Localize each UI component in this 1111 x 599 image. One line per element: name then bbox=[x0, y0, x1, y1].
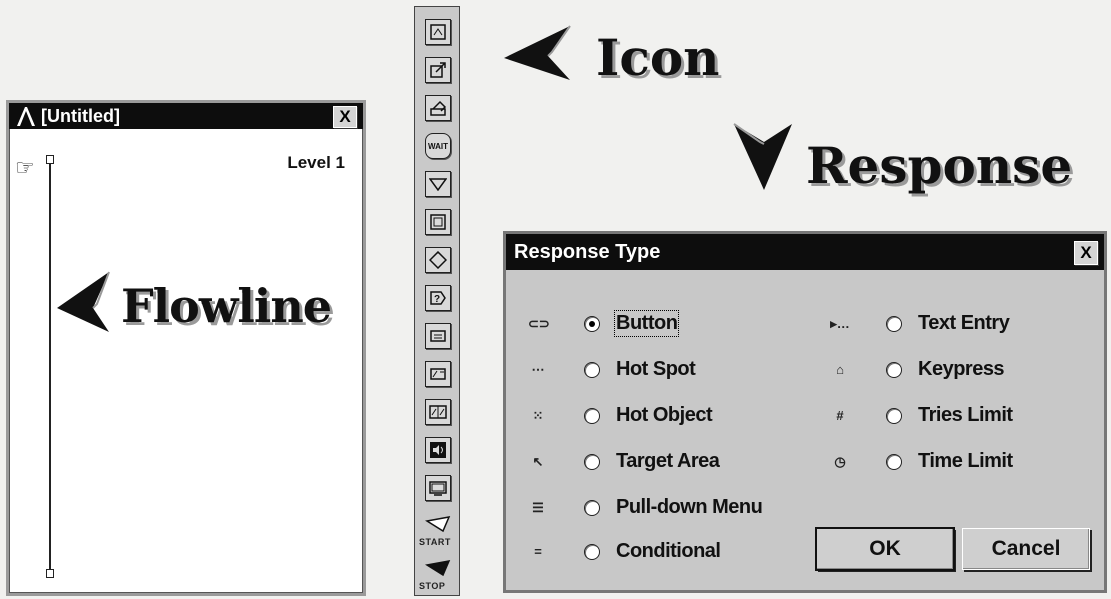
radio-keypress[interactable] bbox=[886, 361, 902, 378]
flowline[interactable] bbox=[49, 161, 51, 571]
decision-icon[interactable] bbox=[425, 171, 451, 197]
flowline-end-node bbox=[46, 569, 54, 578]
target-area-type-icon: ↖ bbox=[532, 453, 544, 469]
option-label: Tries Limit bbox=[918, 404, 1013, 426]
option-label: Button bbox=[613, 310, 680, 337]
option-tries-limit[interactable]: # Tries Limit bbox=[830, 404, 1013, 427]
response-arrow-icon bbox=[733, 123, 792, 190]
stop-flag-label: STOP bbox=[419, 581, 446, 591]
flowline-window: [Untitled] X ☞ Level 1 Flowline bbox=[6, 100, 366, 596]
option-label: Text Entry bbox=[918, 312, 1010, 334]
text-entry-type-icon: ▸… bbox=[830, 315, 850, 331]
flowline-caption: Flowline bbox=[121, 279, 332, 333]
option-conditional[interactable]: = Conditional bbox=[528, 540, 721, 563]
hot-spot-type-icon: ⋯ bbox=[531, 361, 545, 377]
svg-text:?: ? bbox=[434, 294, 440, 305]
button-type-icon: ⊂⊃ bbox=[528, 315, 550, 331]
response-caption: Response bbox=[806, 136, 1073, 195]
conditional-type-icon: = bbox=[534, 544, 542, 559]
digital-movie-icon[interactable] bbox=[425, 399, 451, 425]
ok-button[interactable]: OK bbox=[815, 527, 955, 571]
flowline-title-bar[interactable]: [Untitled] X bbox=[9, 103, 363, 129]
radio-hot-object[interactable] bbox=[584, 407, 600, 424]
dialog-close-button[interactable]: X bbox=[1074, 241, 1098, 265]
start-flag-icon[interactable] bbox=[425, 515, 451, 533]
sound-icon[interactable] bbox=[425, 437, 451, 463]
wait-text: WAIT bbox=[428, 141, 448, 151]
time-limit-type-icon: ◷ bbox=[834, 453, 846, 469]
pull-down-menu-type-icon: ☰ bbox=[532, 499, 544, 515]
flowline-window-title: [Untitled] bbox=[41, 105, 120, 126]
option-label: Target Area bbox=[616, 450, 720, 472]
option-label: Conditional bbox=[616, 540, 721, 562]
icon-arrow-icon bbox=[504, 25, 571, 80]
video-icon[interactable] bbox=[425, 475, 451, 501]
option-label: Hot Object bbox=[616, 404, 713, 426]
option-keypress[interactable]: ⌂ Keypress bbox=[830, 358, 1005, 381]
authorware-logo-icon bbox=[17, 107, 35, 126]
option-pull-down-menu[interactable]: ☰ Pull-down Menu bbox=[528, 496, 763, 519]
radio-hot-spot[interactable] bbox=[584, 361, 600, 378]
response-type-dialog: Response Type X ⊂⊃ Button ⋯ Hot Spot ⁙ H… bbox=[503, 231, 1107, 593]
option-target-area[interactable]: ↖ Target Area bbox=[528, 450, 720, 473]
map-icon[interactable]: ? bbox=[425, 285, 451, 311]
option-text-entry[interactable]: ▸… Text Entry bbox=[830, 312, 1010, 335]
radio-button[interactable] bbox=[584, 315, 600, 332]
option-button[interactable]: ⊂⊃ Button bbox=[528, 310, 680, 337]
calculation-icon[interactable] bbox=[425, 247, 451, 273]
option-time-limit[interactable]: ◷ Time Limit bbox=[830, 450, 1013, 473]
level-label: Level 1 bbox=[287, 153, 345, 172]
stop-flag-icon[interactable] bbox=[425, 559, 451, 577]
framework-icon[interactable] bbox=[425, 361, 451, 387]
radio-pull-down-menu[interactable] bbox=[584, 499, 600, 516]
dialog-title-bar[interactable]: Response Type X bbox=[506, 234, 1104, 270]
dialog-title: Response Type bbox=[514, 240, 661, 263]
navigate-icon[interactable] bbox=[425, 323, 451, 349]
option-label: Time Limit bbox=[918, 450, 1013, 472]
cancel-button[interactable]: Cancel bbox=[962, 528, 1090, 570]
arrow-icon bbox=[57, 271, 110, 332]
close-button[interactable]: X bbox=[333, 106, 357, 128]
radio-text-entry[interactable] bbox=[886, 315, 902, 332]
animation-icon[interactable] bbox=[425, 57, 451, 83]
erase-icon[interactable] bbox=[425, 95, 451, 121]
option-hot-object[interactable]: ⁙ Hot Object bbox=[528, 404, 713, 427]
hot-object-type-icon: ⁙ bbox=[532, 407, 544, 423]
icon-palette: WAIT ? START STOP bbox=[414, 6, 460, 596]
radio-target-area[interactable] bbox=[584, 453, 600, 470]
interaction-icon[interactable] bbox=[425, 209, 451, 235]
icon-caption: Icon bbox=[596, 28, 720, 87]
start-flag-label: START bbox=[419, 537, 451, 547]
radio-time-limit[interactable] bbox=[886, 453, 902, 470]
option-label: Hot Spot bbox=[616, 358, 696, 380]
keypress-type-icon: ⌂ bbox=[836, 362, 844, 377]
wait-icon[interactable]: WAIT bbox=[425, 133, 451, 159]
radio-tries-limit[interactable] bbox=[886, 407, 902, 424]
option-label: Pull-down Menu bbox=[616, 496, 763, 518]
paste-hand-icon[interactable]: ☞ bbox=[15, 155, 35, 181]
flowline-start-node bbox=[46, 155, 54, 164]
option-label: Keypress bbox=[918, 358, 1005, 380]
option-hot-spot[interactable]: ⋯ Hot Spot bbox=[528, 358, 696, 381]
radio-conditional[interactable] bbox=[584, 543, 600, 560]
tries-limit-type-icon: # bbox=[836, 408, 844, 423]
display-icon[interactable] bbox=[425, 19, 451, 45]
